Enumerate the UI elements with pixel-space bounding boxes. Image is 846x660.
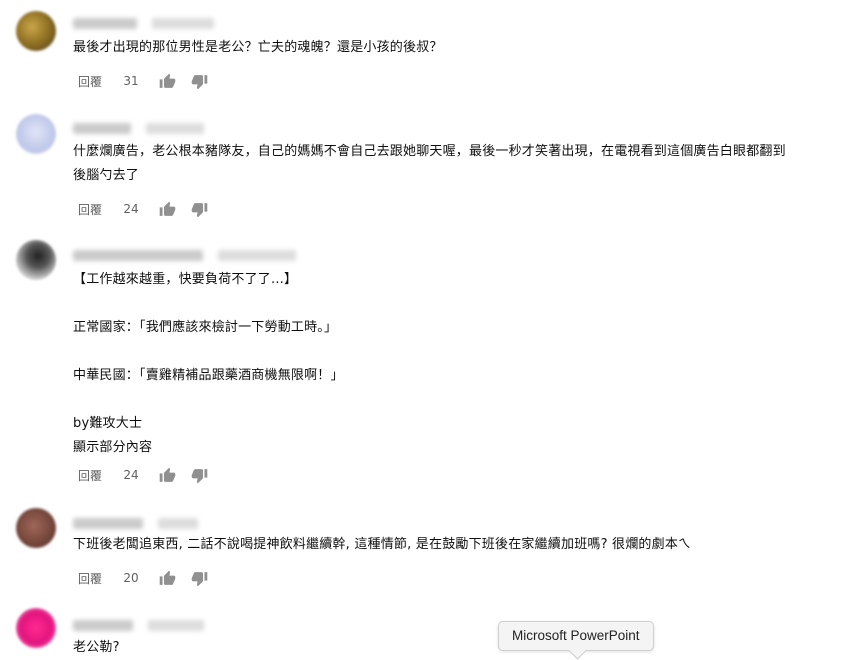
timestamp[interactable] xyxy=(158,518,199,529)
show-more-link[interactable]: 顯示部分內容 xyxy=(73,436,838,460)
author-name[interactable] xyxy=(73,250,203,261)
thumbs-down-icon xyxy=(191,571,207,586)
reply-button[interactable]: 回覆 xyxy=(78,467,114,484)
like-count: 20 xyxy=(123,571,139,585)
reply-button[interactable]: 回覆 xyxy=(78,73,114,90)
comment-text: 什麼爛廣告，老公根本豬隊友，自己的媽媽不會自己去跟她聊天喔，最後一秒才笑著出現，… xyxy=(73,140,838,188)
timestamp[interactable] xyxy=(146,123,205,134)
comment-line: 後腦勺去了 xyxy=(73,168,140,183)
thumbs-down-icon xyxy=(191,202,207,217)
dislike-button[interactable] xyxy=(186,465,212,485)
comment-line: 下班後老闆追東西, 二話不說喝提神飲料繼續幹, 這種情節, 是在鼓勵下班後在家繼… xyxy=(73,537,692,552)
like-button[interactable] xyxy=(154,465,180,485)
comment-text: 下班後老闆追東西, 二話不說喝提神飲料繼續幹, 這種情節, 是在鼓勵下班後在家繼… xyxy=(73,533,838,557)
comment-line: 中華民國：「賣雞精補品跟藥酒商機無限啊！」 xyxy=(73,368,344,383)
avatar[interactable] xyxy=(16,608,56,648)
like-button[interactable] xyxy=(154,71,180,91)
comment-author-meta xyxy=(73,615,205,631)
comment-line: 什麼爛廣告，老公根本豬隊友，自己的媽媽不會自己去跟她聊天喔，最後一秒才笑著出現，… xyxy=(73,144,786,159)
thumbs-down-icon xyxy=(191,468,207,483)
comment-author-meta xyxy=(73,13,215,29)
timestamp[interactable] xyxy=(152,18,215,29)
comment-actions: 回覆 24 xyxy=(78,199,218,219)
like-count: 31 xyxy=(123,74,139,88)
thumbs-up-icon xyxy=(159,467,175,482)
timestamp[interactable] xyxy=(218,250,297,261)
comment-actions: 回覆 20 xyxy=(78,568,218,588)
dislike-button[interactable] xyxy=(186,568,212,588)
comment-text: 最後才出現的那位男性是老公？亡夫的魂魄？還是小孩的後叔？ xyxy=(73,36,838,60)
comment-text: 【工作越來越重，快要負荷不了了...】 正常國家：「我們應該來檢討一下勞動工時。… xyxy=(73,268,838,460)
thumbs-down-icon xyxy=(191,74,207,89)
like-count: 24 xyxy=(123,468,139,482)
author-name[interactable] xyxy=(73,620,133,631)
avatar[interactable] xyxy=(16,240,56,280)
comment-line: by難攻大士 xyxy=(73,416,143,431)
comment-line: 正常國家：「我們應該來檢討一下勞動工時。」 xyxy=(73,320,338,335)
thumbs-up-icon xyxy=(159,73,175,88)
like-count: 24 xyxy=(123,202,139,216)
tooltip-label: Microsoft PowerPoint xyxy=(512,628,640,643)
avatar[interactable] xyxy=(16,508,56,548)
author-name[interactable] xyxy=(73,123,131,134)
app-tooltip: Microsoft PowerPoint xyxy=(498,621,654,660)
author-name[interactable] xyxy=(73,18,137,29)
comment-author-meta xyxy=(73,245,297,261)
author-name[interactable] xyxy=(73,518,143,529)
dislike-button[interactable] xyxy=(186,71,212,91)
reply-button[interactable]: 回覆 xyxy=(78,201,114,218)
thumbs-up-icon xyxy=(159,570,175,585)
like-button[interactable] xyxy=(154,199,180,219)
comment-line: 【工作越來越重，快要負荷不了了...】 xyxy=(73,272,298,287)
comment-author-meta xyxy=(73,118,205,134)
comment-text: 老公勒? xyxy=(73,636,838,660)
dislike-button[interactable] xyxy=(186,199,212,219)
comment-actions: 回覆 31 xyxy=(78,71,218,91)
reply-button[interactable]: 回覆 xyxy=(78,570,114,587)
avatar[interactable] xyxy=(16,114,56,154)
thumbs-up-icon xyxy=(159,201,175,216)
comment-author-meta xyxy=(73,513,199,529)
comment-line: 老公勒? xyxy=(73,640,120,655)
like-button[interactable] xyxy=(154,568,180,588)
comment-line: 最後才出現的那位男性是老公？亡夫的魂魄？還是小孩的後叔？ xyxy=(73,40,443,55)
timestamp[interactable] xyxy=(148,620,205,631)
comment-actions: 回覆 24 xyxy=(78,465,218,485)
avatar[interactable] xyxy=(16,11,56,51)
